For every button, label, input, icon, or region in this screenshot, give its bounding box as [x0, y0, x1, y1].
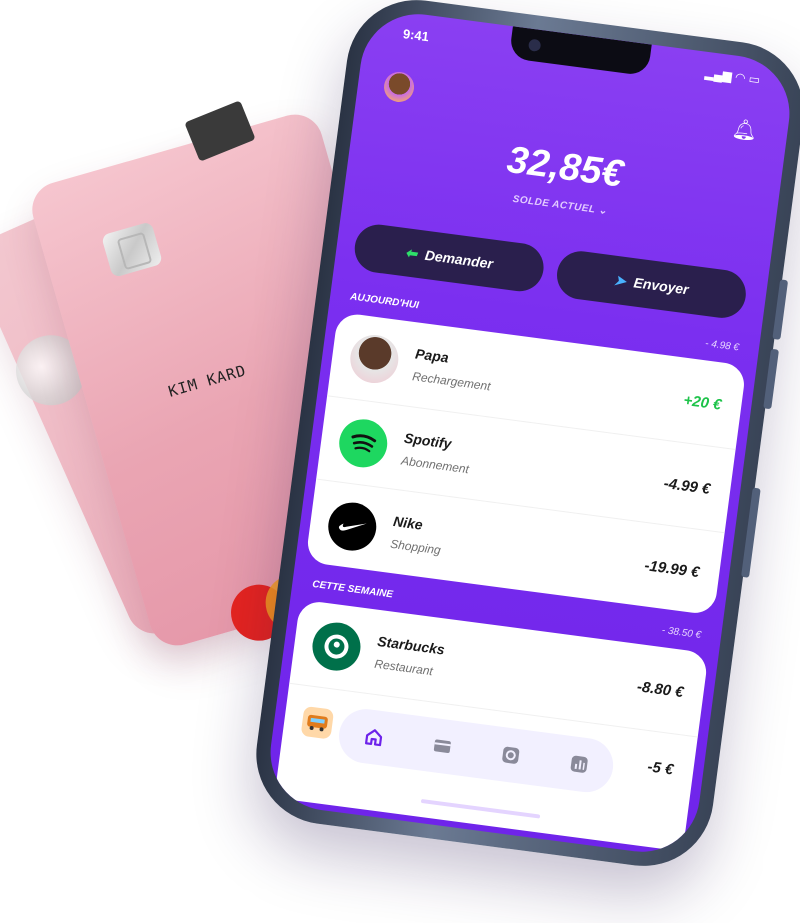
request-button[interactable]: ⬅ Demander	[351, 221, 547, 295]
status-icons: ▂▄▆ ◠ ▭	[704, 65, 761, 87]
send-button[interactable]: ➤ Envoyer	[554, 248, 749, 321]
transaction-amount: -5 €	[646, 757, 675, 779]
transaction-amount: -8.80 €	[636, 677, 685, 701]
section-title: CETTE SEMAINE	[311, 578, 394, 601]
send-label: Envoyer	[632, 274, 690, 298]
nike-icon	[325, 499, 380, 554]
transactions-today: Papa Rechargement +20 € Spotify Abonneme…	[305, 311, 747, 617]
card-icon[interactable]	[431, 735, 453, 757]
chip-icon	[100, 221, 164, 278]
notch	[508, 26, 652, 77]
request-label: Demander	[423, 246, 494, 272]
phone: 9:41 ▂▄▆ ◠ ▭ 🔔︎ 32,85€ SOLDE ACTUEL ⌄ ⬅ …	[247, 0, 800, 875]
status-time: 9:41	[402, 26, 430, 45]
section-title: AUJOURD'HUI	[349, 291, 420, 312]
spotify-icon	[336, 416, 391, 471]
home-icon[interactable]	[362, 726, 384, 748]
arrow-back-icon: ⬅	[404, 243, 419, 262]
send-arrow-icon: ➤	[613, 271, 627, 289]
starbucks-icon	[309, 619, 364, 674]
bus-icon	[300, 705, 335, 740]
avatar-photo	[347, 332, 402, 386]
bell-icon[interactable]: 🔔︎	[731, 116, 759, 143]
section-amount: - 38.50 €	[661, 624, 702, 642]
volume-button	[763, 348, 779, 410]
camera-icon	[527, 38, 542, 53]
volume-button	[772, 279, 789, 340]
stats-icon[interactable]	[567, 753, 589, 775]
power-button	[741, 487, 761, 578]
cardholder-name: KIM KARD	[166, 361, 249, 401]
transaction-amount: -19.99 €	[643, 556, 701, 581]
profile-avatar[interactable]	[382, 70, 416, 104]
transaction-amount: +20 €	[682, 391, 723, 414]
section-amount: - 4.98 €	[704, 338, 740, 354]
transaction-amount: -4.99 €	[662, 474, 712, 498]
phone-screen: 9:41 ▂▄▆ ◠ ▭ 🔔︎ 32,85€ SOLDE ACTUEL ⌄ ⬅ …	[263, 7, 797, 859]
savings-icon[interactable]	[499, 744, 521, 766]
